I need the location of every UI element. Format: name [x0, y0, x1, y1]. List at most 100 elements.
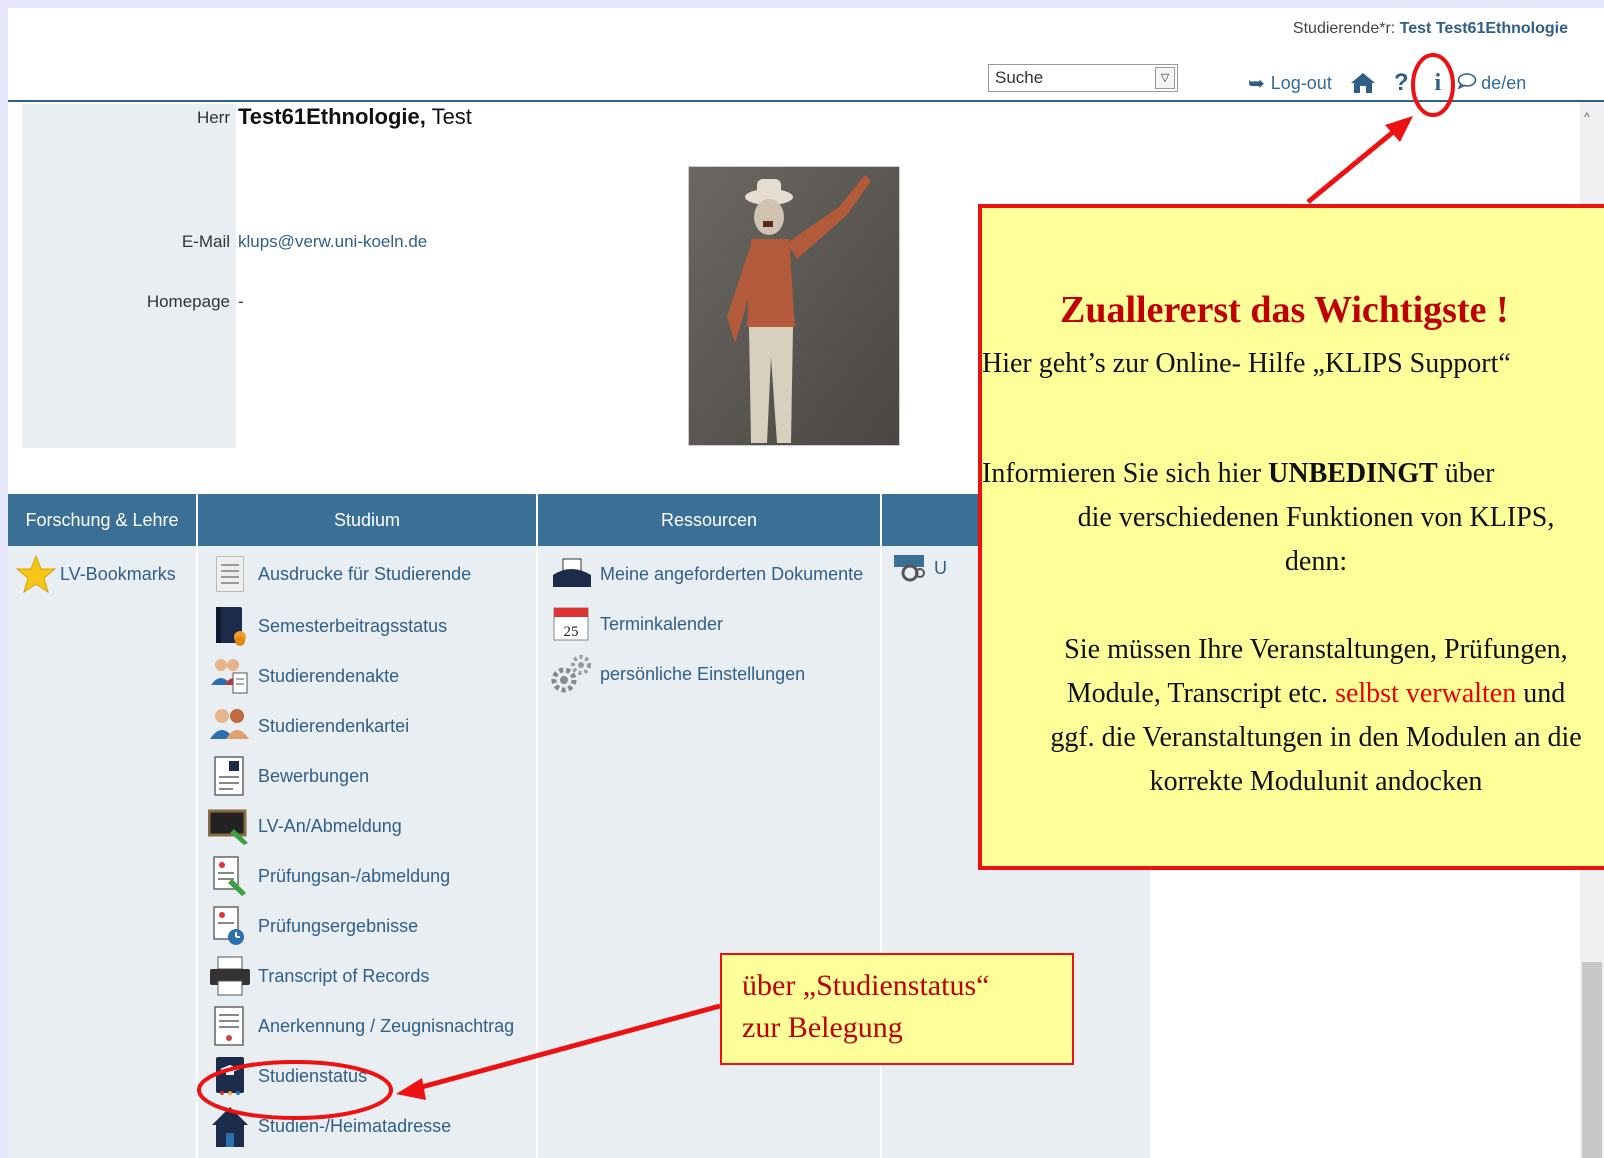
search-select-value: Suche	[995, 68, 1044, 87]
scroll-up-icon[interactable]: ^	[1584, 110, 1590, 124]
menu-item-label: Studienstatus	[258, 1065, 368, 1086]
exam-register-icon	[208, 854, 252, 898]
menu-item-heimatadresse[interactable]: Studien-/Heimatadresse	[208, 1104, 451, 1148]
menu-item-pruefungsanmeldung[interactable]: Prüfungsan-/abmeldung	[208, 854, 450, 898]
home-icon[interactable]	[1350, 72, 1376, 94]
menu-item-label: Studierendenakte	[258, 665, 400, 686]
help-icon[interactable]: ?	[1394, 69, 1409, 97]
menu-item-studierendenakte[interactable]: Studierendenakte	[208, 654, 399, 698]
callout-line-5: Sie müssen Ihre Veranstaltungen, Prüfung…	[1064, 634, 1568, 665]
callout-line-3: die verschiedenen Funktionen von KLIPS,	[1077, 502, 1555, 533]
homepage-label: Homepage	[146, 292, 230, 311]
application-icon	[208, 754, 252, 798]
menu-item-semesterbeitrag[interactable]: Semesterbeitragsstatus	[208, 604, 447, 648]
person-first-name: Test	[431, 104, 472, 129]
page: Studierende*r: Test Test61Ethnologie Suc…	[8, 8, 1604, 1158]
menu-item-transcript[interactable]: Transcript of Records	[208, 954, 429, 998]
language-link[interactable]: de/en	[1457, 73, 1526, 94]
menu-item-label: Terminkalender	[600, 613, 724, 634]
language-label: de/en	[1481, 72, 1527, 93]
menu-item-studienstatus[interactable]: Studienstatus	[208, 1054, 367, 1098]
user-label: Studierende*r:	[1292, 20, 1396, 37]
search-select[interactable]: Suche ▽	[988, 64, 1178, 92]
menu-item-anerkennung[interactable]: Anerkennung / Zeugnisnachtrag	[208, 1004, 514, 1048]
house-icon	[208, 1104, 252, 1148]
menu-item-pruefungsergebnisse[interactable]: Prüfungsergebnisse	[208, 904, 418, 948]
callout-line-6: Module, Transcript etc. selbst verwalten…	[982, 672, 1604, 716]
menu-item-studierendenkartei[interactable]: Studierendenkartei	[208, 704, 409, 748]
person-name: Test61Ethnologie, Test	[238, 104, 472, 130]
menu-item-label: U	[934, 557, 947, 578]
menu-item-label: persönliche Einstellungen	[600, 663, 806, 684]
person-last-name: Test61Ethnologie,	[238, 104, 426, 129]
book-coins-icon	[208, 604, 252, 648]
callout-line-2-bold: UNBEDINGT	[1268, 458, 1438, 489]
menu-item-terminkalender[interactable]: 25 Terminkalender	[550, 602, 723, 646]
star-icon	[16, 552, 56, 596]
callout-line-6-post: und	[1516, 678, 1566, 709]
menu-column-title: Ressourcen	[538, 494, 880, 546]
gears-icon	[550, 652, 594, 696]
email-link[interactable]: klups@verw.uni-koeln.de	[238, 232, 427, 252]
menu-item-lv-bookmarks[interactable]: LV-Bookmarks	[16, 552, 176, 596]
logout-link[interactable]: ➥ Log-out	[1248, 71, 1332, 96]
blackboard-icon	[208, 804, 252, 848]
printer-icon	[208, 954, 252, 998]
logout-label: Log-out	[1270, 72, 1332, 93]
menu-item-label: Transcript of Records	[258, 965, 430, 986]
menu-column-title: Forschung & Lehre	[8, 494, 196, 546]
menu-item-label: Studierendenkartei	[258, 715, 410, 736]
callout-line-2-pre: Informieren Sie sich hier	[982, 458, 1269, 489]
menu-item-einstellungen[interactable]: persönliche Einstellungen	[550, 652, 805, 696]
menu-item-label: LV-An/Abmeldung	[258, 815, 402, 836]
callout-line-2-post: über	[1437, 458, 1495, 489]
small-callout-line-1: über „Studienstatus“	[742, 969, 990, 1002]
callout-line-4: denn:	[1284, 546, 1348, 577]
callout-line-6-red: selbst verwalten	[1335, 678, 1517, 709]
callout-line-2: Informieren Sie sich hier UNBEDINGT über	[982, 452, 1494, 496]
graduation-book-icon	[208, 1054, 252, 1098]
info-icon[interactable]: i	[1435, 70, 1442, 97]
people-file-icon	[208, 654, 252, 698]
menu-item-label: Studien-/Heimatadresse	[258, 1115, 452, 1136]
salutation: Herr	[196, 108, 230, 127]
chevron-down-icon[interactable]: ▽	[1155, 67, 1175, 89]
menu-item-u[interactable]: U	[892, 546, 947, 590]
person-label-column	[22, 104, 236, 448]
speech-bubble-icon	[1457, 72, 1477, 94]
top-links: ➥ Log-out ? i de/en	[1248, 66, 1544, 100]
printer-docs-icon	[550, 552, 594, 596]
homepage-value: -	[238, 292, 244, 311]
people-icon	[208, 704, 252, 748]
menu-item-lv-anmeldung[interactable]: LV-An/Abmeldung	[208, 804, 402, 848]
menu-column-forschung: Forschung & Lehre LV-Bookmarks	[8, 494, 196, 1158]
menu-item-dokumente[interactable]: Meine angeforderten Dokumente	[550, 552, 863, 596]
profile-photo	[688, 166, 900, 446]
help-arrow-head	[1385, 116, 1413, 142]
menu-item-label: LV-Bookmarks	[60, 563, 176, 584]
help-callout: Zuallererst das Wichtigste ! Hier geht’s…	[978, 204, 1604, 870]
menu-item-label: Bewerbungen	[258, 765, 370, 786]
header-divider	[8, 100, 1604, 102]
menu-item-label: Prüfungsergebnisse	[258, 915, 419, 936]
user-info: Studierende*r: Test Test61Ethnologie	[1293, 20, 1568, 38]
scrollbar-thumb[interactable]	[1582, 962, 1602, 1158]
small-callout-line-2: zur Belegung	[742, 1011, 903, 1044]
help-arrow-line	[1306, 126, 1400, 204]
document-icon	[208, 552, 252, 596]
user-name[interactable]: Test Test61Ethnologie	[1400, 20, 1568, 37]
certificate-icon	[208, 1004, 252, 1048]
calendar-day: 25	[564, 624, 579, 640]
callout-line-1: Hier geht’s zur Online- Hilfe „KLIPS Sup…	[982, 348, 1511, 379]
exam-results-icon	[208, 904, 252, 948]
menu-item-ausdrucke[interactable]: Ausdrucke für Studierende	[208, 552, 471, 596]
settings-device-icon	[892, 546, 928, 590]
menu-item-bewerbungen[interactable]: Bewerbungen	[208, 754, 369, 798]
logout-icon: ➥	[1248, 72, 1265, 95]
calendar-icon: 25	[550, 602, 594, 646]
menu-item-label: Ausdrucke für Studierende	[258, 563, 472, 584]
menu-item-label: Meine angeforderten Dokumente	[600, 563, 864, 584]
menu-item-label: Prüfungsan-/abmeldung	[258, 865, 451, 886]
menu-column-studium: Studium Ausdrucke für Studierende Semest…	[198, 494, 536, 1158]
callout-title: Zuallererst das Wichtigste !	[1060, 289, 1509, 331]
